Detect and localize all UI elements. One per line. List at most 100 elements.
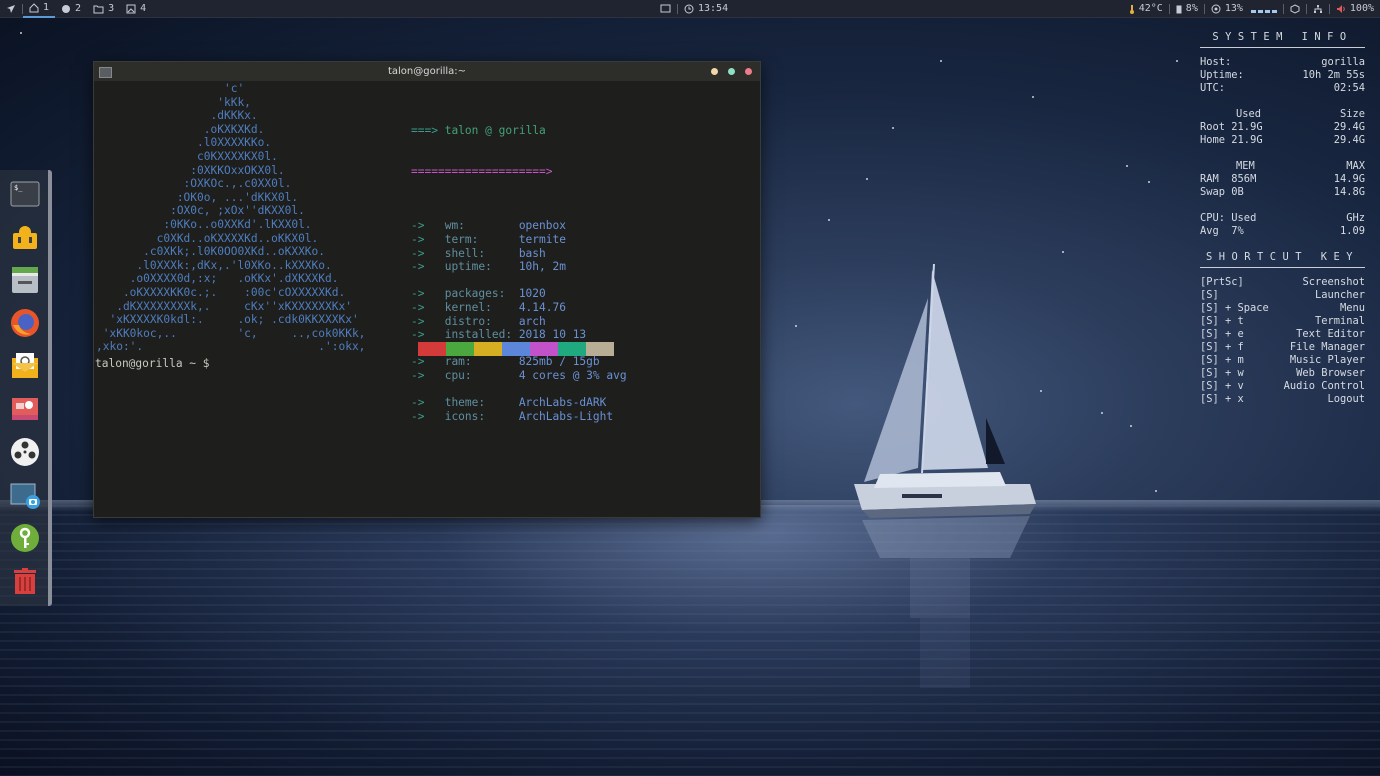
- network-icon: [1313, 4, 1322, 13]
- dock-mail[interactable]: [9, 350, 41, 382]
- info-row: -> term: termite: [411, 232, 566, 246]
- globe-icon: [62, 4, 71, 13]
- info-row: -> cpu: 4 cores @ 3% avg: [411, 368, 627, 382]
- arch-ascii-logo: 'c' 'kKk, .dKKKx. .oKXKXKd. .l0XXXXKKo. …: [96, 82, 366, 354]
- info-row: -> uptime: 10h, 2m: [411, 260, 566, 274]
- volume-control[interactable]: 100%: [1330, 0, 1380, 17]
- trash-icon: [14, 568, 36, 594]
- network-button[interactable]: [1307, 0, 1329, 17]
- terminal-window[interactable]: talon@gorilla:~ 'c' 'kKk, .dKKKx. .oKXKX…: [93, 61, 761, 518]
- sailboat-image: [854, 263, 1036, 688]
- dock-media-player[interactable]: [9, 436, 41, 468]
- shortcut-row: [S] + w Web Browser: [1200, 367, 1365, 379]
- minimize-button[interactable]: [711, 68, 718, 75]
- dock-file-manager[interactable]: [9, 264, 41, 296]
- workspace-label: 1: [43, 2, 50, 13]
- color-swatch: [502, 342, 530, 356]
- workspace-4[interactable]: 4: [120, 1, 152, 17]
- cpu-value: 13%: [1224, 3, 1243, 14]
- clock-time: 13:54: [698, 3, 729, 14]
- window-list-button[interactable]: [654, 0, 677, 17]
- keyring-icon: [11, 524, 39, 552]
- shortcut-row: [S] + t Terminal: [1200, 315, 1365, 327]
- terminal-icon: $_: [10, 181, 40, 207]
- workspace-2[interactable]: 2: [55, 1, 87, 17]
- sea: [0, 505, 1380, 776]
- color-swatches: [418, 342, 614, 356]
- shortcut-row: [S] + m Music Player: [1200, 354, 1365, 366]
- dock-image-viewer[interactable]: [9, 393, 41, 425]
- home-icon: [29, 2, 39, 12]
- clock-icon: [684, 4, 694, 13]
- close-button[interactable]: [745, 68, 752, 75]
- color-swatch: [474, 342, 502, 356]
- info-row: -> theme: ArchLabs-dARK: [411, 396, 607, 410]
- rocket-icon: [7, 4, 15, 13]
- info-row: -> packages: 1020: [411, 287, 546, 301]
- dock-firefox[interactable]: [9, 307, 41, 339]
- mail-icon: [12, 353, 38, 378]
- image-viewer-icon: [12, 398, 38, 420]
- package-button[interactable]: [1284, 0, 1306, 17]
- workspace-1[interactable]: 1: [23, 0, 56, 18]
- folder-icon: [93, 5, 104, 13]
- cpu-indicator: 13%: [1205, 0, 1283, 17]
- conky-panel: SYSTEM INFO Host: gorilla Uptime: 10h 2m 5…: [1200, 31, 1365, 406]
- dock-terminal[interactable]: $_: [9, 178, 41, 210]
- temperature-indicator: 42°C: [1123, 0, 1169, 17]
- shortcut-row: [S] + f File Manager: [1200, 341, 1365, 353]
- volume-value: 100%: [1349, 3, 1374, 14]
- dock-keyring[interactable]: [9, 522, 41, 554]
- shortcut-row: [PrtSc] Screenshot: [1200, 276, 1365, 288]
- info-row: -> wm: openbox: [411, 219, 566, 233]
- clock[interactable]: 13:54: [678, 0, 734, 17]
- window-icon: [660, 4, 671, 13]
- temperature-value: 42°C: [1138, 3, 1163, 14]
- launcher-button[interactable]: [0, 0, 22, 17]
- speaker-icon: [1336, 4, 1345, 13]
- shortcut-row: [S] + e Text Editor: [1200, 328, 1365, 340]
- package-icon: [1290, 3, 1300, 14]
- dock: $_: [0, 170, 52, 606]
- shortcut-key-title: SHORTCUT KEY: [1200, 251, 1365, 268]
- maximize-button[interactable]: [728, 68, 735, 75]
- workspace-label: 3: [108, 3, 115, 14]
- settings-icon: [13, 226, 37, 249]
- svg-text:$_: $_: [14, 184, 23, 192]
- shortcut-row: [S] + v Audio Control: [1200, 380, 1365, 392]
- firefox-icon: [11, 309, 39, 337]
- dock-trash[interactable]: [9, 565, 41, 597]
- shortcut-row: [S] + Space Menu: [1200, 302, 1365, 314]
- terminal-title: talon@gorilla:~: [387, 66, 467, 77]
- shortcut-list: [PrtSc] Screenshot [S] Launcher [S] + Space M…: [1200, 276, 1365, 406]
- terminal-window-icon: [99, 67, 112, 78]
- dock-screenshot[interactable]: [9, 479, 41, 511]
- dock-settings[interactable]: [9, 221, 41, 253]
- battery-indicator: 8%: [1170, 0, 1204, 17]
- top-panel: 1 2 3 4 13:54 42°C 8% 13% 100%: [0, 0, 1380, 18]
- battery-value: 8%: [1185, 3, 1198, 14]
- info-row: -> kernel: 4.14.76: [411, 300, 566, 314]
- color-swatch: [418, 342, 446, 356]
- shortcut-row: [S] + x Logout: [1200, 393, 1365, 405]
- workspace-label: 4: [140, 3, 147, 14]
- terminal-titlebar[interactable]: talon@gorilla:~: [94, 62, 760, 81]
- info-row: -> icons: ArchLabs-Light: [411, 409, 614, 423]
- color-swatch: [586, 342, 614, 356]
- media-player-icon: [11, 438, 39, 466]
- shortcut-row: [S] Launcher: [1200, 289, 1365, 301]
- screenshot-icon: [10, 483, 40, 509]
- color-swatch: [446, 342, 474, 356]
- battery-icon: [1176, 5, 1182, 13]
- workspace-3[interactable]: 3: [87, 1, 120, 17]
- system-info: ===> talon @ gorilla ===================…: [411, 124, 627, 423]
- info-row: -> shell: bash: [411, 246, 546, 260]
- system-info-title: SYSTEM INFO: [1200, 31, 1365, 48]
- shell-prompt[interactable]: talon@gorilla ~ $: [95, 357, 210, 371]
- cpu-graph: [1250, 5, 1277, 13]
- info-row: -> installed: 2018 10 13: [411, 328, 587, 342]
- cpu-icon: [1211, 4, 1221, 13]
- image-icon: [126, 4, 136, 13]
- info-row: -> ram: 825mb / 15gb: [411, 355, 600, 369]
- workspace-label: 2: [75, 3, 82, 14]
